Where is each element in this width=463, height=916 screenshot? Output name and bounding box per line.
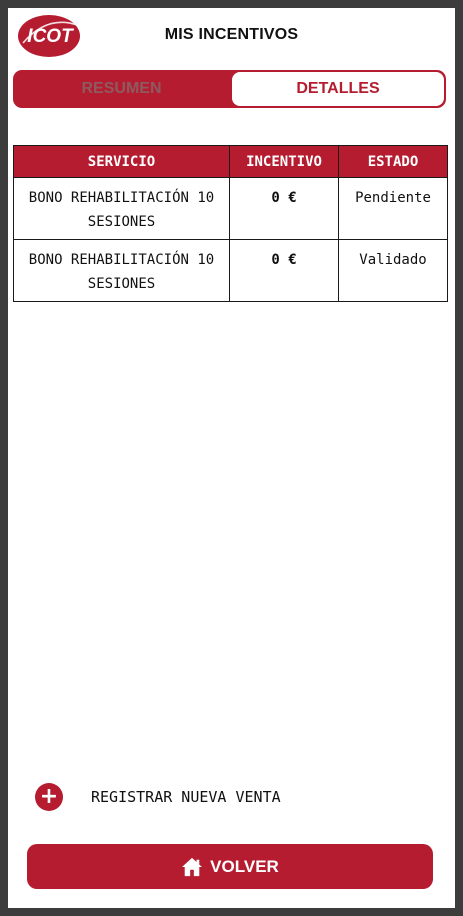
tab-bar: RESUMEN DETALLES [13,70,446,108]
cell-estado: Pendiente [338,177,448,240]
back-button[interactable]: VOLVER [27,844,433,889]
cell-incentivo: 0 € [229,239,339,302]
register-new-sale-label: REGISTRAR NUEVA VENTA [91,788,281,806]
table-header-row: SERVICIO INCENTIVO ESTADO [13,145,448,178]
table-row: BONO REHABILITACIÓN 10 SESIONES 0 € Vali… [13,239,448,302]
header-servicio: SERVICIO [13,145,230,178]
cell-servicio: BONO REHABILITACIÓN 10 SESIONES [13,177,230,240]
header-incentivo: INCENTIVO [229,145,339,178]
header-estado: ESTADO [338,145,448,178]
tab-resumen[interactable]: RESUMEN [13,70,230,108]
cell-estado: Validado [338,239,448,302]
app-screen: ICOT MIS INCENTIVOS RESUMEN DETALLES SER… [8,8,455,908]
cell-servicio: BONO REHABILITACIÓN 10 SESIONES [13,239,230,302]
home-icon [182,857,203,876]
incentives-table: SERVICIO INCENTIVO ESTADO BONO REHABILIT… [13,145,448,302]
tab-detalles[interactable]: DETALLES [232,72,444,106]
table-row: BONO REHABILITACIÓN 10 SESIONES 0 € Pend… [13,177,448,240]
cell-incentivo: 0 € [229,177,339,240]
page-title: MIS INCENTIVOS [164,26,299,43]
register-new-sale-button[interactable]: + REGISTRAR NUEVA VENTA [35,783,281,811]
back-button-label: VOLVER [210,856,279,876]
plus-circle-icon[interactable]: + [35,783,63,811]
